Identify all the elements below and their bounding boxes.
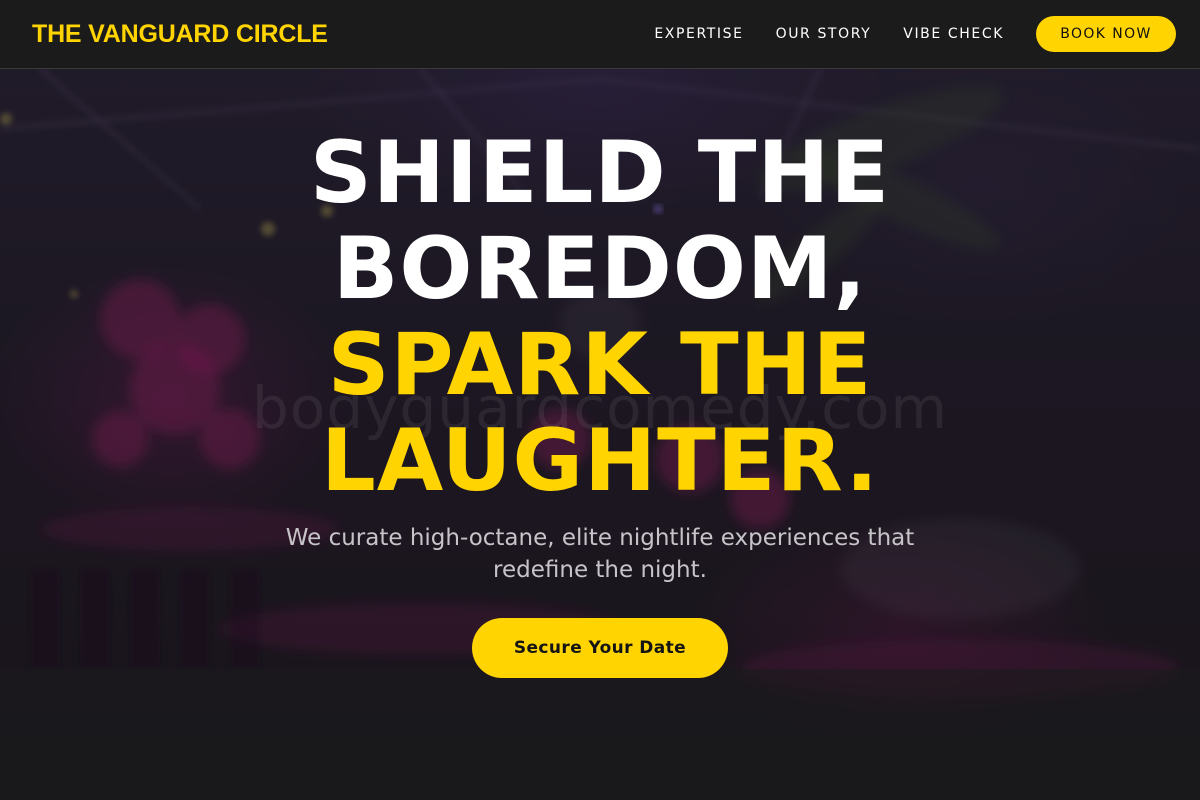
nav-link-expertise[interactable]: EXPERTISE [654, 26, 743, 42]
headline-line-3: SPARK THE [327, 315, 873, 415]
brand-logo[interactable]: THE VANGUARD CIRCLE [32, 20, 328, 49]
site-header: THE VANGUARD CIRCLE EXPERTISE OUR STORY … [0, 0, 1200, 69]
subheading-line-1: We curate high-octane, elite nightlife e… [285, 525, 915, 551]
nav-link-our-story[interactable]: OUR STORY [776, 26, 872, 42]
headline-line-4: LAUGHTER. [320, 411, 879, 511]
headline-line-2: BOREDOM, [332, 219, 868, 319]
hero-section: bodyguardcomedy.com SHIELD THE BOREDOM, … [0, 69, 1200, 800]
headline-line-1: SHIELD THE [309, 123, 891, 223]
book-now-button[interactable]: BOOK NOW [1036, 16, 1176, 52]
hero-headline: SHIELD THE BOREDOM, SPARK THE LAUGHTER. [0, 125, 1200, 509]
secure-your-date-button[interactable]: Secure Your Date [472, 618, 728, 678]
nav-link-vibe-check[interactable]: VIBE CHECK [903, 26, 1004, 42]
hero-subheading: We curate high-octane, elite nightlife e… [0, 522, 1200, 586]
main-nav: EXPERTISE OUR STORY VIBE CHECK BOOK NOW [622, 16, 1176, 52]
subheading-line-2: redefine the night. [493, 557, 707, 583]
